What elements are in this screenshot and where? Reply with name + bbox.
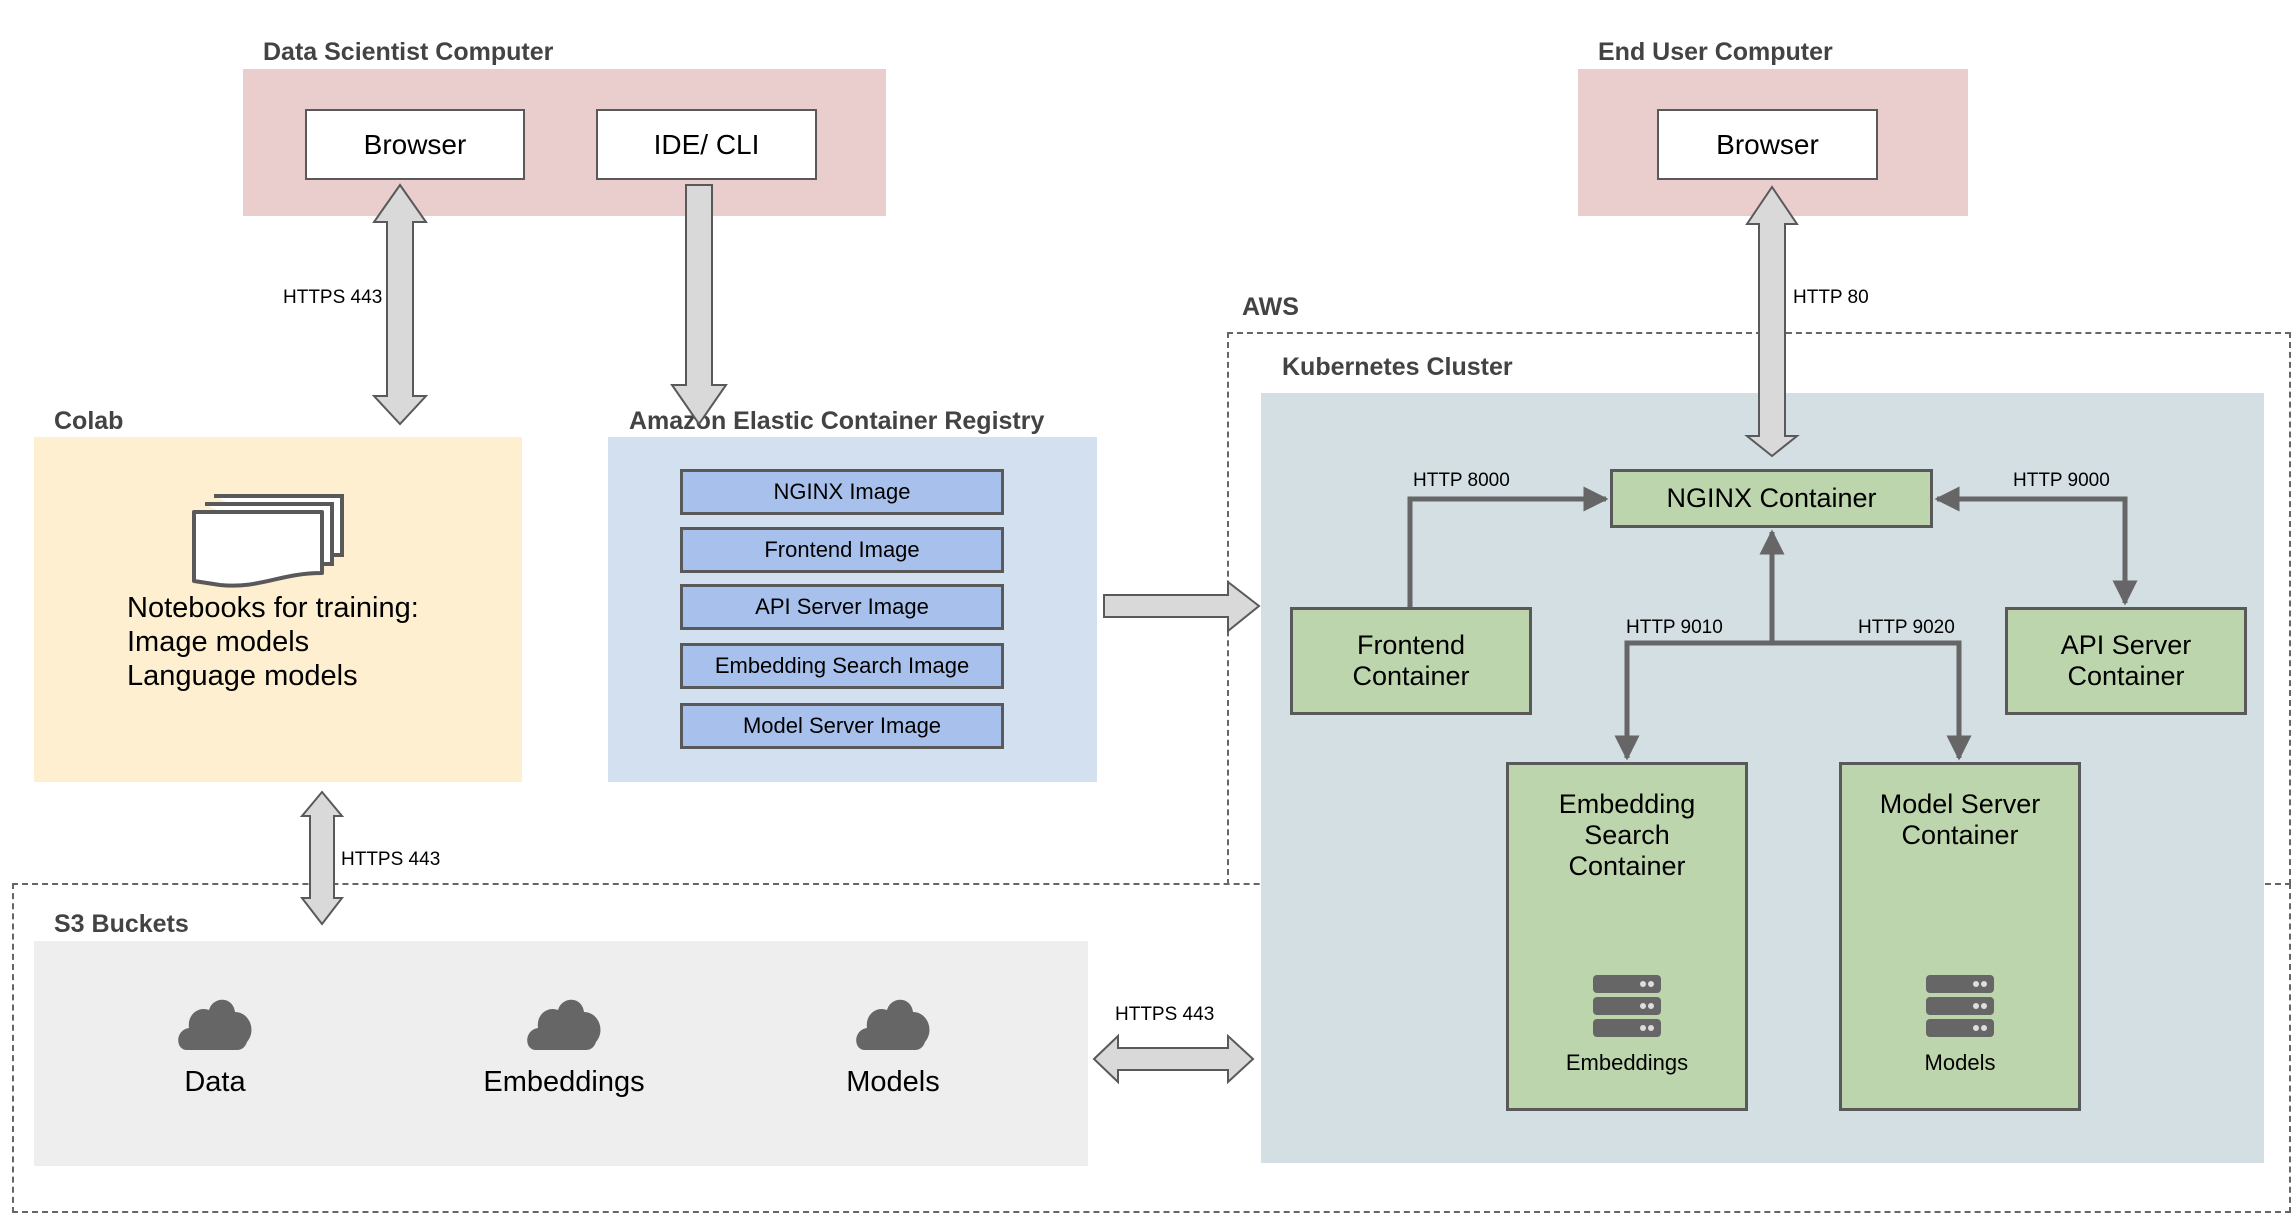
line-frontend-nginx xyxy=(1407,486,1609,607)
label-enduser-nginx: HTTP 80 xyxy=(1793,287,1869,308)
label-ds-browser-colab: HTTPS 443 xyxy=(283,287,383,308)
line-nginx-embedding xyxy=(1614,640,1772,761)
arrow-ecr-k8s xyxy=(1103,579,1261,634)
arrow-enduser-nginx xyxy=(1744,185,1800,458)
arrow-s3-k8s xyxy=(1092,1033,1255,1085)
label-colab-s3: HTTPS 443 xyxy=(341,849,441,870)
arrow-ide-ecr xyxy=(670,184,728,426)
line-nginx-model xyxy=(1772,640,1972,761)
label-frontend-nginx: HTTP 8000 xyxy=(1413,470,1510,491)
connectors xyxy=(299,183,2138,1085)
label-nginx-api: HTTP 9000 xyxy=(2013,470,2110,491)
label-nginx-embedding: HTTP 9010 xyxy=(1626,617,1723,638)
label-s3-k8s: HTTPS 443 xyxy=(1115,1004,1215,1025)
label-nginx-model: HTTP 9020 xyxy=(1858,617,1955,638)
line-nginx-api xyxy=(1934,486,2138,606)
arrow-colab-s3 xyxy=(299,790,345,926)
